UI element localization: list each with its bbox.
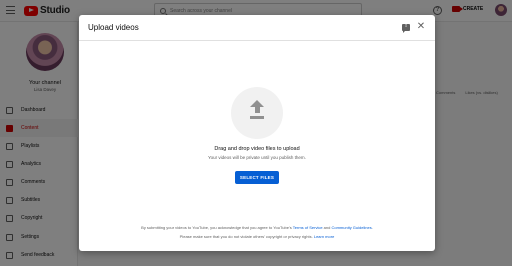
upload-drop-zone[interactable] (231, 87, 283, 139)
dialog-title: Upload videos (88, 23, 139, 32)
privacy-note: Your videos will be private until you pu… (208, 155, 306, 160)
legal-notice-line-1: By submitting your videos to YouTube, yo… (79, 225, 435, 230)
drop-instructions: Drag and drop video files to upload (214, 146, 300, 152)
legal-text: . (371, 225, 373, 230)
terms-of-service-link[interactable]: Terms of Service (293, 225, 323, 230)
upload-arrow-icon (250, 100, 264, 120)
community-guidelines-link[interactable]: Community Guidelines (331, 225, 371, 230)
legal-text: Please make sure that you do not violate… (179, 234, 314, 239)
legal-text: By submitting your videos to YouTube, yo… (141, 225, 293, 230)
dialog-header: Upload videos ✕ (79, 15, 435, 41)
legal-notice-line-2: Please make sure that you do not violate… (79, 234, 435, 239)
upload-dialog: Upload videos ✕ Drag and drop video file… (79, 15, 435, 251)
feedback-icon[interactable] (402, 23, 410, 33)
select-files-button[interactable]: SELECT FILES (235, 171, 279, 184)
close-icon[interactable]: ✕ (416, 22, 426, 32)
learn-more-link[interactable]: Learn more (314, 234, 334, 239)
